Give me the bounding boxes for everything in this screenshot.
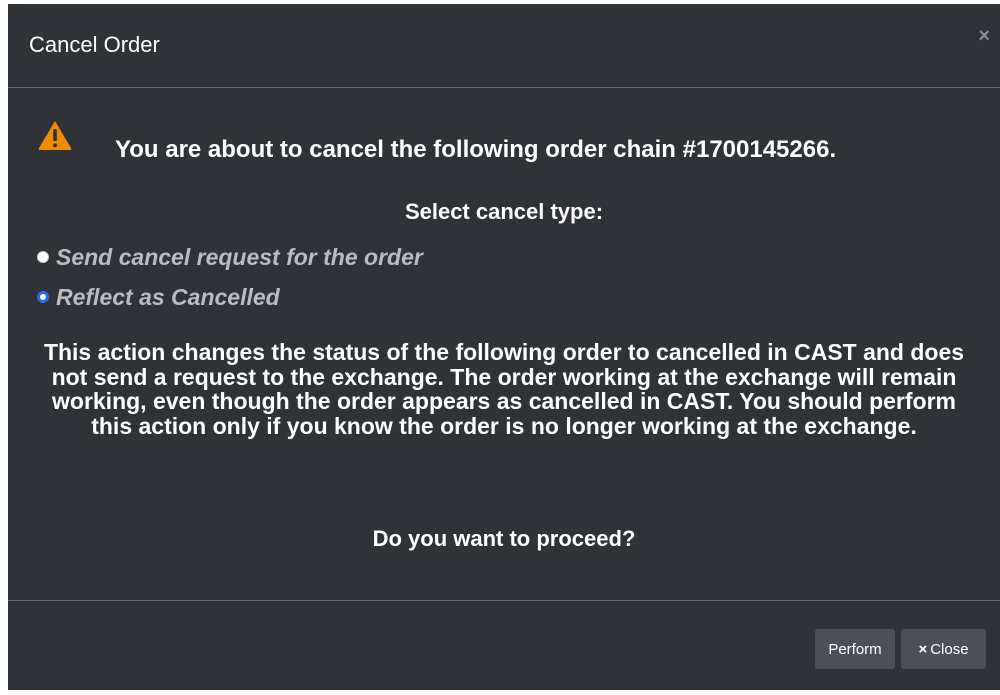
close-button-label: Close [930,640,969,658]
dialog-header: Cancel Order × [8,4,1000,88]
close-icon: × [918,640,928,658]
option-label: Reflect as Cancelled [56,284,280,310]
close-icon[interactable]: × [978,26,990,46]
radio-button-unselected[interactable] [37,251,49,263]
explanation-text: This action changes the status of the fo… [43,339,965,439]
option-reflect-as-cancelled[interactable]: Reflect as Cancelled [37,282,280,312]
close-button[interactable]: × Close [901,629,986,669]
cancel-order-dialog: Cancel Order × You are about to cancel t… [8,4,1000,690]
dialog-footer: Perform × Close [8,600,1000,690]
dialog-body: You are about to cancel the following or… [8,88,1000,600]
radio-button-selected[interactable] [37,291,49,303]
proceed-question: Do you want to proceed? [372,526,636,551]
page: Cancel Order × You are about to cancel t… [0,0,1000,695]
perform-button[interactable]: Perform [815,629,895,669]
dialog-title: Cancel Order [29,32,160,57]
select-cancel-type-label: Select cancel type: [404,199,604,224]
cancel-message: You are about to cancel the following or… [115,136,837,163]
warning-triangle-icon [38,121,72,150]
option-send-cancel-request[interactable]: Send cancel request for the order [37,242,423,272]
option-label: Send cancel request for the order [56,244,423,270]
